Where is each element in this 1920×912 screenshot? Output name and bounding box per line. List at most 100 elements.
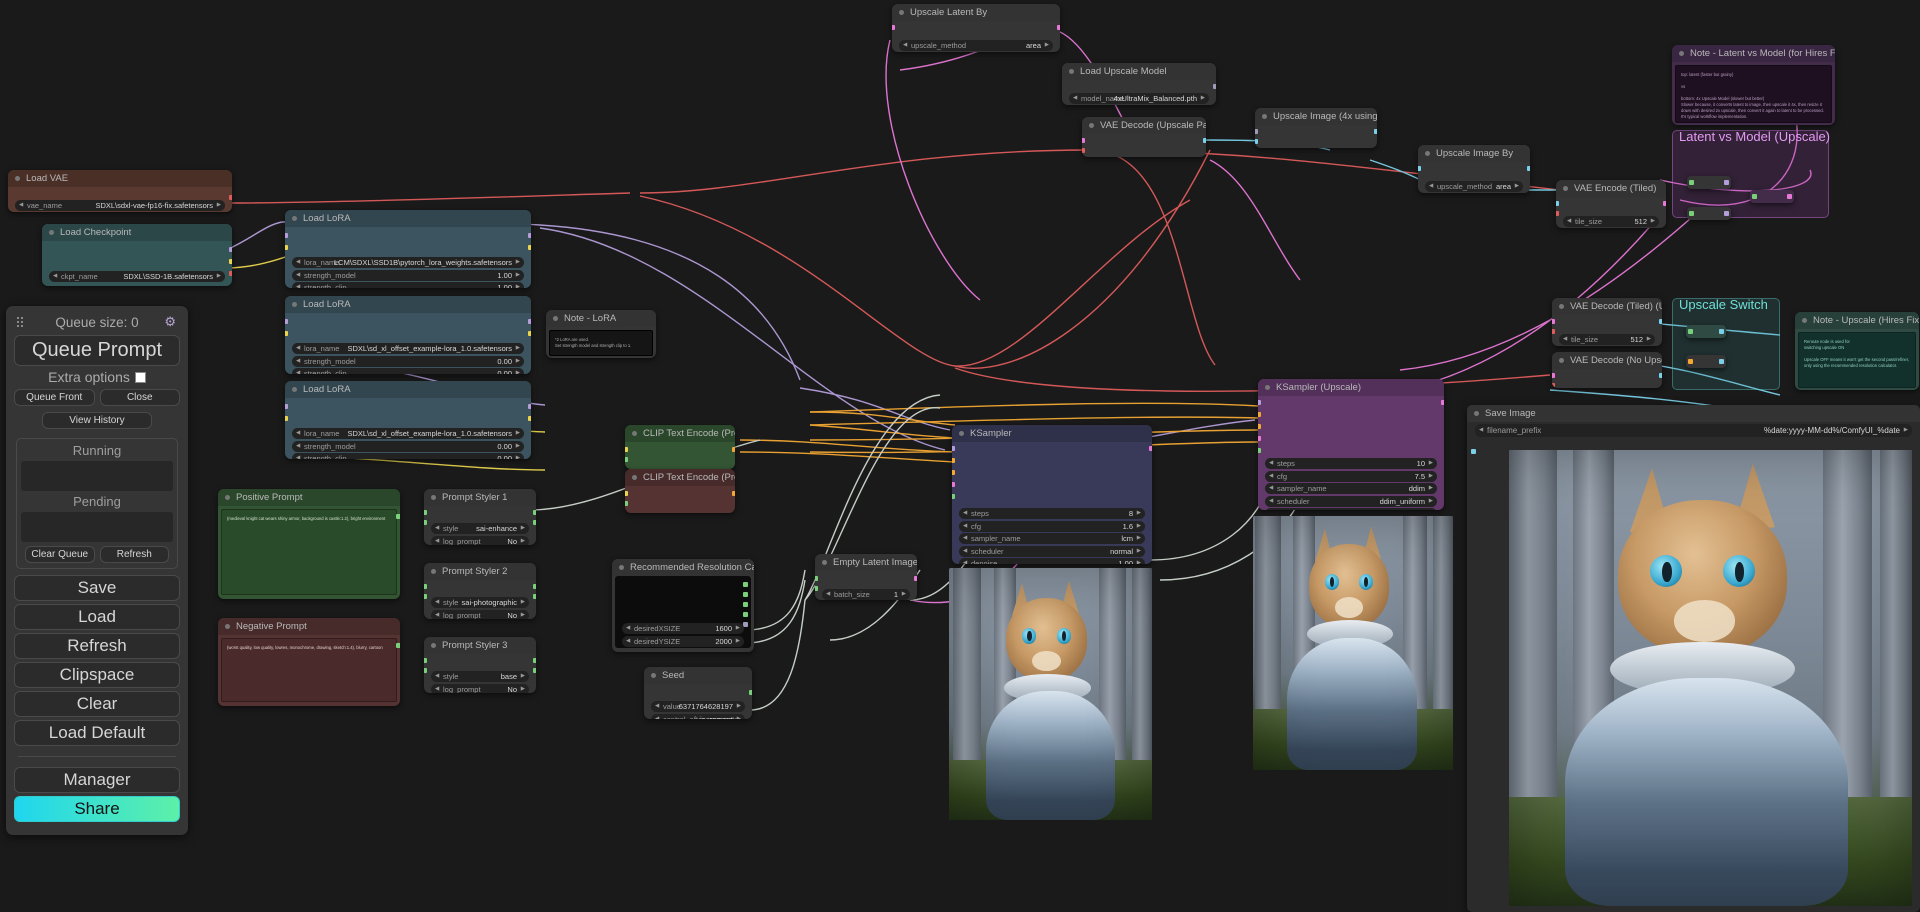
input-slot-latent-image[interactable] xyxy=(1258,436,1261,441)
node-empty-latent-image[interactable]: Empty Latent Image batch_size 1 xyxy=(815,554,917,600)
widget-desired-y[interactable]: desiredYSIZE 2000 xyxy=(622,635,744,647)
output-slot-latent[interactable] xyxy=(1057,25,1060,30)
output-slot-latent[interactable] xyxy=(1663,201,1666,206)
output-slot-conditioning[interactable] xyxy=(732,491,735,496)
node-note-lora[interactable]: Note - LoRA *2 LoRA are used. Set streng… xyxy=(546,310,656,358)
note-text[interactable]: Reroute node is used for switching upsca… xyxy=(1798,332,1916,388)
node-prompt-styler-3[interactable]: Prompt Styler 3 style base log_prompt No xyxy=(424,637,536,693)
queue-prompt-button[interactable]: Queue Prompt xyxy=(14,335,180,366)
input-slot-negative[interactable] xyxy=(424,594,427,599)
output-slot-image[interactable] xyxy=(1659,373,1662,378)
load-default-button[interactable]: Load Default xyxy=(14,720,180,746)
output-slot-string[interactable] xyxy=(396,514,400,519)
output-slot[interactable] xyxy=(1787,194,1792,199)
output-slot-conditioning[interactable] xyxy=(732,447,735,452)
widget-strength-model[interactable]: strength_model 0.00 xyxy=(292,355,524,367)
output-slot-negative[interactable] xyxy=(533,520,536,525)
input-slot-clip[interactable] xyxy=(625,447,628,452)
widget-sampler-name[interactable]: sampler_name ddim xyxy=(1265,483,1437,494)
node-load-lora-3[interactable]: Load LoRA lora_name SDXL\sd_xl_offset_ex… xyxy=(285,381,531,459)
queue-front-button[interactable]: Queue Front xyxy=(14,389,95,406)
node-prompt-styler-1[interactable]: Prompt Styler 1 style sai-enhance log_pr… xyxy=(424,489,536,545)
node-negative-prompt[interactable]: Negative Prompt (worst quality, low qual… xyxy=(218,618,400,706)
extra-options-checkbox[interactable] xyxy=(134,372,146,383)
output-slot-model[interactable] xyxy=(229,247,232,252)
output-slot-upscale-x[interactable] xyxy=(743,602,748,607)
output-slot-positive[interactable] xyxy=(533,658,536,663)
widget-control-after-generate[interactable]: control_after_generate increment xyxy=(651,713,745,719)
node-upscale-image-by[interactable]: Upscale Image By upscale_method area xyxy=(1418,145,1530,193)
widget-upscale-method[interactable]: upscale_method area xyxy=(899,40,1053,51)
reroute-latent-merge[interactable] xyxy=(1750,190,1794,203)
widget-seed-value[interactable]: value 6371764628197 xyxy=(651,701,745,712)
widget-style[interactable]: style base xyxy=(431,671,529,682)
load-button[interactable]: Load xyxy=(14,604,180,630)
gear-icon[interactable]: ⚙ xyxy=(164,315,176,328)
input-slot-image[interactable] xyxy=(1255,139,1258,144)
output-slot-latent[interactable] xyxy=(1149,446,1152,451)
save-button[interactable]: Save xyxy=(14,575,180,601)
pending-list[interactable] xyxy=(21,512,173,542)
node-load-upscale-model[interactable]: Load Upscale Model model_name 4xUltraMix… xyxy=(1062,63,1216,105)
input-slot-clip[interactable] xyxy=(285,331,288,336)
input-slot-text[interactable] xyxy=(625,457,628,462)
node-vae-decode-no-upscale[interactable]: VAE Decode (No Upscale) xyxy=(1552,352,1662,388)
node-resolution-calculator[interactable]: Recommended Resolution Calculator desire… xyxy=(612,559,754,652)
input-slot[interactable] xyxy=(1688,329,1693,334)
output-slot[interactable] xyxy=(1719,329,1724,334)
manager-button[interactable]: Manager xyxy=(14,767,180,793)
input-slot[interactable] xyxy=(1688,359,1693,364)
clear-button[interactable]: Clear xyxy=(14,691,180,717)
output-slot-height[interactable] xyxy=(743,592,748,597)
widget-denoise[interactable]: denoise 1.00 xyxy=(959,558,1145,564)
widget-denoise[interactable]: denoise 0.35 xyxy=(1265,508,1437,510)
widget-lora-name[interactable]: lora_name SDXL\sd_xl_offset_example-lora… xyxy=(292,343,524,354)
input-slot-positive[interactable] xyxy=(952,458,955,463)
widget-vae-name[interactable]: vae_name SDXL\sdxl-vae-fp16-fix.safetens… xyxy=(15,200,225,211)
widget-tile-size[interactable]: tile_size 512 xyxy=(1559,334,1655,345)
widget-tile-size[interactable]: tile_size 512 xyxy=(1563,216,1659,227)
node-load-lora-2[interactable]: Load LoRA lora_name SDXL\sd_xl_offset_ex… xyxy=(285,296,531,374)
widget-strength-clip[interactable]: strength_clip 0.00 xyxy=(292,368,524,374)
node-note-upscale-hires[interactable]: Note - Upscale (Hires Fix) Reroute node … xyxy=(1795,312,1919,390)
widget-model-name[interactable]: model_name 4xUltraMix_Balanced.pth xyxy=(1069,93,1209,104)
input-slot-images[interactable] xyxy=(1471,449,1476,454)
output-slot-positive[interactable] xyxy=(533,584,536,589)
widget-lora-name[interactable]: lora_name SDXL\sd_xl_offset_example-lora… xyxy=(292,428,524,439)
reroute-latent-bottom[interactable] xyxy=(1687,207,1731,220)
group-latent-vs-model[interactable]: Latent vs Model (Upscale) xyxy=(1672,129,1830,218)
input-slot-positive[interactable] xyxy=(424,584,427,589)
clear-queue-button[interactable]: Clear Queue xyxy=(25,546,95,563)
widget-steps[interactable]: steps 10 xyxy=(1265,458,1437,469)
input-slot-model[interactable] xyxy=(285,404,288,409)
reroute-latent-top[interactable] xyxy=(1687,176,1731,189)
node-vae-decode-tiled-upscale[interactable]: VAE Decode (Tiled) (Upscale) tile_size 5… xyxy=(1552,298,1662,346)
output-slot-width[interactable] xyxy=(743,582,748,587)
node-ksampler-upscale[interactable]: KSampler (Upscale) steps 10 cfg 7.5 samp… xyxy=(1258,379,1444,510)
node-upscale-image-using-model[interactable]: Upscale Image (4x using Model) xyxy=(1255,108,1377,148)
input-slot-width[interactable] xyxy=(815,576,818,581)
input-slot-clip[interactable] xyxy=(625,491,628,496)
widget-filename-prefix[interactable]: filename_prefix %date:yyyy-MM-dd%/ComfyU… xyxy=(1475,424,1912,437)
input-slot-upscale-model[interactable] xyxy=(1255,129,1258,134)
group-upscale-switch[interactable]: Upscale Switch xyxy=(1672,297,1780,390)
input-slot-negative[interactable] xyxy=(424,520,427,525)
input-slot-negative[interactable] xyxy=(424,668,427,673)
output-slot[interactable] xyxy=(1724,180,1729,185)
output-slot-upscale-model[interactable] xyxy=(1213,84,1216,89)
output-slot-clip[interactable] xyxy=(528,245,531,250)
input-slot-latent-image[interactable] xyxy=(952,482,955,487)
node-vae-decode-upscale-path[interactable]: VAE Decode (Upscale Path) xyxy=(1082,117,1206,157)
node-note-latent-vs-model[interactable]: Note - Latent vs Model (for Hires Fix) t… xyxy=(1672,45,1835,125)
widget-batch-size[interactable]: batch_size 1 xyxy=(822,589,910,600)
output-slot-clip[interactable] xyxy=(229,259,232,264)
reroute-upscale-off[interactable] xyxy=(1686,355,1726,368)
input-slot-vae[interactable] xyxy=(1082,148,1085,153)
comfy-menu-panel[interactable]: Queue size: 0 ⚙ Queue Prompt Extra optio… xyxy=(6,306,188,835)
widget-sampler-name[interactable]: sampler_name lcm xyxy=(959,533,1145,544)
widget-steps[interactable]: steps 8 xyxy=(959,508,1145,519)
widget-style[interactable]: style sai-photographic xyxy=(431,597,529,608)
node-ksampler[interactable]: KSampler steps 8 cfg 1.6 sampler_name lc… xyxy=(952,425,1152,564)
output-slot-image[interactable] xyxy=(1203,138,1206,143)
input-slot-image[interactable] xyxy=(1418,166,1421,171)
